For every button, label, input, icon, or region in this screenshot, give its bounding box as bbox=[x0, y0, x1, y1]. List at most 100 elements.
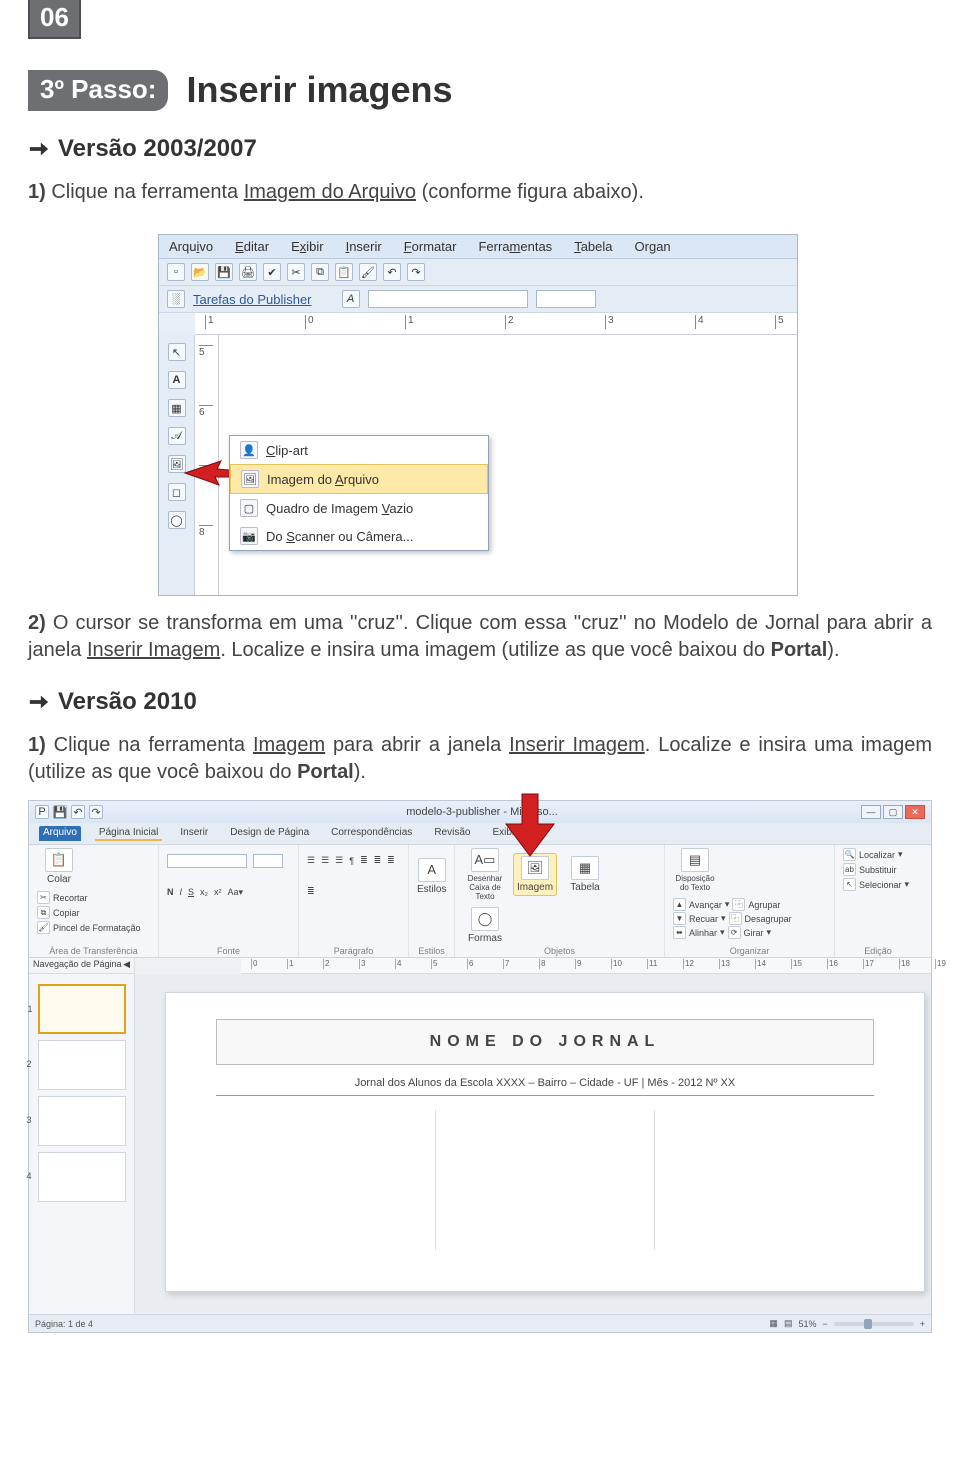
paste-button[interactable]: 📋Colar bbox=[37, 848, 81, 885]
flyout-scanner[interactable]: 📷 Do Scanner ou Câmera... bbox=[230, 522, 488, 550]
copy-button[interactable]: ⧉Copiar bbox=[37, 906, 141, 919]
oval-tool-icon[interactable]: ◯ bbox=[168, 511, 186, 529]
format-painter-button[interactable]: 🖌Pincel de Formatação bbox=[37, 921, 141, 934]
flyout-imagem-do-arquivo[interactable]: 🖼 Imagem do Arquivo bbox=[230, 464, 488, 494]
paste-icon[interactable]: 📋 bbox=[335, 263, 353, 281]
page-thumb-4[interactable]: 4 bbox=[38, 1152, 126, 1202]
textbox-tool-icon[interactable]: A bbox=[168, 371, 186, 389]
insert-table-button[interactable]: ▦Tabela bbox=[563, 856, 607, 893]
menu-organ[interactable]: Organ bbox=[635, 239, 671, 254]
page-number-box: 06 bbox=[28, 0, 81, 39]
nav-collapse-icon[interactable]: ◀ bbox=[123, 959, 130, 972]
font-size-icon[interactable]: A bbox=[342, 290, 360, 308]
select-button[interactable]: ↖Selecionar ▾ bbox=[843, 878, 909, 891]
print-icon[interactable]: 🖨 bbox=[239, 263, 257, 281]
font-size-combo-2010[interactable] bbox=[253, 854, 283, 868]
open-icon[interactable]: 📂 bbox=[191, 263, 209, 281]
spellcheck-icon[interactable]: ✔ bbox=[263, 263, 281, 281]
group-arrange: ▤Disposição do Texto ▲Avançar ▾ ⿻Agrupar… bbox=[665, 845, 835, 957]
ribbon-tabs: Arquivo Página Inicial Inserir Design de… bbox=[29, 823, 931, 845]
zoom-value: 51% bbox=[798, 1319, 816, 1329]
maximize-button[interactable]: ▢ bbox=[883, 805, 903, 819]
forward-icon: ▲ bbox=[673, 898, 686, 911]
zoom-in-button[interactable]: + bbox=[920, 1319, 925, 1329]
page-thumb-3[interactable]: 3 bbox=[38, 1096, 126, 1146]
cut-icon[interactable]: ✂ bbox=[287, 263, 305, 281]
table-tool-icon[interactable]: ▦ bbox=[168, 399, 186, 417]
new-doc-icon[interactable]: ▫ bbox=[167, 263, 185, 281]
instruction-2-old: 2) O cursor se transforma em uma ''cruz'… bbox=[28, 610, 932, 664]
tab-revisao[interactable]: Revisão bbox=[430, 826, 474, 841]
find-icon: 🔍 bbox=[843, 848, 856, 861]
status-page: Página: 1 de 4 bbox=[35, 1319, 93, 1329]
page-thumb-2[interactable]: 2 bbox=[38, 1040, 126, 1090]
tab-arquivo[interactable]: Arquivo bbox=[39, 826, 81, 841]
wordart-tool-icon[interactable]: 𝒜 bbox=[168, 427, 186, 445]
ruler-horizontal-2010: 0 1 2 3 4 5 6 7 8 9 10 11 12 13 14 15 16 bbox=[241, 958, 931, 974]
qat-save-icon[interactable]: 💾 bbox=[53, 805, 67, 819]
arrow-right-icon bbox=[28, 138, 50, 160]
replace-button[interactable]: abSubstituir bbox=[843, 863, 897, 876]
insert-picture-flyout: 👤 Clip-art 🖼 Imagem do Arquivo ▢ Quadro … bbox=[229, 435, 489, 551]
send-backward-button[interactable]: ▼Recuar ▾ ⿻Desagrupar bbox=[673, 912, 792, 925]
empty-frame-icon: ▢ bbox=[240, 499, 258, 517]
view-mode-icon-2[interactable]: ▤ bbox=[784, 1318, 793, 1329]
formatting-toolbar: ░ Tarefas do Publisher A bbox=[159, 286, 797, 313]
ribbon: 📋Colar ✂Recortar ⧉Copiar 🖌Pincel de Form… bbox=[29, 845, 931, 958]
menu-exibir[interactable]: Exibir bbox=[291, 239, 324, 254]
menu-formatar[interactable]: Formatar bbox=[404, 239, 457, 254]
save-icon[interactable]: 💾 bbox=[215, 263, 233, 281]
insert-shapes-button[interactable]: ◯Formas bbox=[463, 907, 507, 944]
text-wrap-button[interactable]: ▤Disposição do Texto bbox=[673, 848, 717, 892]
menu-tabela[interactable]: Tabela bbox=[574, 239, 612, 254]
tab-design[interactable]: Design de Página bbox=[226, 826, 313, 841]
pointer-tool-icon[interactable]: ↖ bbox=[168, 343, 186, 361]
view-mode-icon[interactable]: ▦ bbox=[769, 1318, 778, 1329]
group-paragraph: ☰☰☰¶ ≣≣≣≣ Parágrafo bbox=[299, 845, 409, 957]
bring-forward-button[interactable]: ▲Avançar ▾ ⿻Agrupar bbox=[673, 898, 792, 911]
menu-inserir[interactable]: Inserir bbox=[346, 239, 382, 254]
styles-button[interactable]: AEstilos bbox=[417, 858, 446, 895]
font-combo[interactable] bbox=[368, 290, 528, 308]
group-clipboard: 📋Colar ✂Recortar ⧉Copiar 🖌Pincel de Form… bbox=[29, 845, 159, 957]
version-2003-2007-heading: Versão 2003/2007 bbox=[28, 135, 257, 163]
menubar: Arquivo Editar Exibir Inserir Formatar F… bbox=[159, 235, 797, 259]
tasks-icon[interactable]: ░ bbox=[167, 290, 185, 308]
zoom-out-button[interactable]: − bbox=[822, 1319, 827, 1329]
tab-pagina-inicial[interactable]: Página Inicial bbox=[95, 826, 162, 841]
close-button[interactable]: ✕ bbox=[905, 805, 925, 819]
page-canvas[interactable]: NOME DO JORNAL Jornal dos Alunos da Esco… bbox=[135, 974, 931, 1314]
styles-icon: A bbox=[418, 858, 446, 882]
backward-icon: ▼ bbox=[673, 912, 686, 925]
page-thumb-1[interactable]: 1 bbox=[38, 984, 126, 1034]
menu-arquivo[interactable]: Arquivo bbox=[169, 239, 213, 254]
format-painter-icon[interactable]: 🖌 bbox=[359, 263, 377, 281]
copy-icon[interactable]: ⧉ bbox=[311, 263, 329, 281]
redo-icon[interactable]: ↷ bbox=[407, 263, 425, 281]
minimize-button[interactable]: — bbox=[861, 805, 881, 819]
font-size-combo[interactable] bbox=[536, 290, 596, 308]
menu-editar[interactable]: Editar bbox=[235, 239, 269, 254]
rotate-icon: ⟳ bbox=[728, 926, 741, 939]
publisher-tasks-link[interactable]: Tarefas do Publisher bbox=[193, 292, 312, 307]
undo-icon[interactable]: ↶ bbox=[383, 263, 401, 281]
menu-ferramentas[interactable]: Ferramentas bbox=[478, 239, 552, 254]
cut-button[interactable]: ✂Recortar bbox=[37, 891, 141, 904]
clipart-icon: 👤 bbox=[240, 441, 258, 459]
font-name-combo[interactable] bbox=[167, 854, 247, 868]
flyout-clipart[interactable]: 👤 Clip-art bbox=[230, 436, 488, 464]
tab-correspondencias[interactable]: Correspondências bbox=[327, 826, 416, 841]
qat-undo-icon[interactable]: ↶ bbox=[71, 805, 85, 819]
pub-app-icon: P bbox=[35, 805, 49, 819]
find-button[interactable]: 🔍Localizar ▾ bbox=[843, 848, 903, 861]
align-button[interactable]: ⬌Alinhar ▾ ⟳Girar ▾ bbox=[673, 926, 792, 939]
flyout-quadro-vazio[interactable]: ▢ Quadro de Imagem Vazio bbox=[230, 494, 488, 522]
align-icon: ⬌ bbox=[673, 926, 686, 939]
shapes-icon: ◯ bbox=[471, 907, 499, 931]
zoom-slider[interactable] bbox=[834, 1322, 914, 1326]
paste-icon: 📋 bbox=[45, 848, 73, 872]
wrap-icon: ▤ bbox=[681, 848, 709, 872]
qat-redo-icon[interactable]: ↷ bbox=[89, 805, 103, 819]
tab-inserir[interactable]: Inserir bbox=[176, 826, 212, 841]
arrow-right-icon bbox=[28, 691, 50, 713]
